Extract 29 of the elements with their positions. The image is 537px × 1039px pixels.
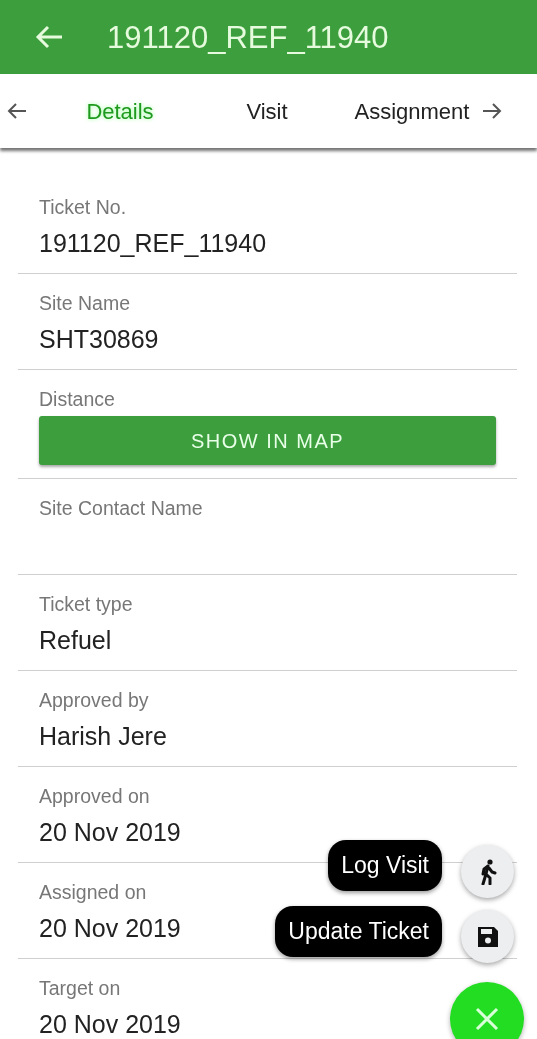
log-visit-button[interactable] — [461, 845, 514, 898]
save-button[interactable] — [461, 910, 514, 963]
close-icon — [475, 1007, 499, 1031]
field-label: Site Contact Name — [39, 496, 204, 520]
field-label: Assigned on — [39, 880, 148, 904]
field-value: 20 Nov 2019 — [39, 914, 181, 942]
field-label: Target on — [39, 976, 122, 1000]
field-label: Site Name — [39, 291, 132, 315]
field-label: Approved by — [39, 688, 150, 712]
field-value: 191120_REF_11940 — [39, 229, 267, 257]
scroll-right-arrow-icon[interactable] — [482, 102, 502, 120]
action-label[interactable]: Update Ticket — [275, 906, 442, 957]
tab[interactable]: Visit — [246, 94, 288, 128]
field-value: Refuel — [39, 626, 112, 654]
field-value: SHT30869 — [39, 325, 159, 353]
back-arrow-icon[interactable] — [35, 25, 63, 49]
field-value: 20 Nov 2019 — [39, 1010, 181, 1038]
field-value: Harish Jere — [39, 722, 167, 750]
page-title: 191120_REF_11940 — [107, 21, 389, 53]
field-value: 20 Nov 2019 — [39, 818, 181, 846]
scroll-left-arrow-icon[interactable] — [7, 102, 27, 120]
field-label: Approved on — [39, 784, 151, 808]
tab[interactable]: Assignment — [354, 94, 470, 128]
field-label: Distance — [39, 387, 116, 411]
tab[interactable]: Details — [86, 94, 154, 128]
save-icon — [476, 925, 499, 948]
field-label: Ticket type — [39, 592, 134, 616]
action-label[interactable]: Log Visit — [328, 840, 442, 891]
field-label: Ticket No. — [39, 195, 128, 219]
